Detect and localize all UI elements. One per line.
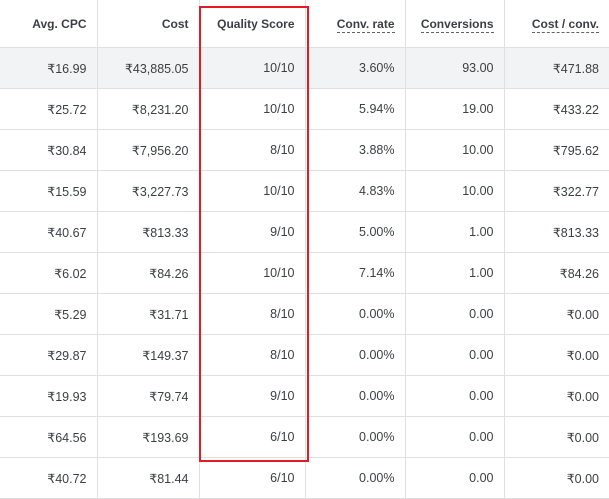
cost-per-conv-cell: ₹433.22 [503,88,609,130]
cost-per-conv-cell: ₹0.00 [503,416,609,458]
table-row[interactable]: ₹6.02 ₹84.26 10/10 7.14% 1.00 ₹84.26 [0,252,609,294]
avg-cpc-cell: ₹64.56 [0,416,97,458]
conv-rate-cell: 0.00% [304,375,405,417]
conv-rate-cell: 0.00% [304,416,405,458]
table-row[interactable]: ₹5.29 ₹31.71 8/10 0.00% 0.00 ₹0.00 [0,293,609,335]
table-row[interactable]: ₹40.72 ₹81.44 6/10 0.00% 0.00 ₹0.00 [0,457,609,499]
column-header-cost-per-conv[interactable]: Cost / conv. [503,0,609,48]
avg-cpc-cell: ₹30.84 [0,129,97,171]
table-row[interactable]: ₹40.67 ₹813.33 9/10 5.00% 1.00 ₹813.33 [0,211,609,253]
cost-cell: ₹149.37 [96,334,199,376]
conversions-cell: 0.00 [404,416,504,458]
quality-score-cell: 9/10 [198,211,305,253]
cost-cell: ₹79.74 [96,375,199,417]
conv-rate-cell: 0.00% [304,293,405,335]
cost-cell: ₹7,956.20 [96,129,199,171]
conv-rate-cell: 5.00% [304,211,405,253]
conv-rate-cell: 3.88% [304,129,405,171]
avg-cpc-cell: ₹40.67 [0,211,97,253]
quality-score-cell: 10/10 [198,252,305,294]
table-row[interactable]: ₹25.72 ₹8,231.20 10/10 5.94% 19.00 ₹433.22 [0,88,609,130]
conversions-cell: 10.00 [404,170,504,212]
quality-score-cell: 10/10 [198,170,305,212]
conversions-cell: 0.00 [404,293,504,335]
table-row[interactable]: ₹16.99 ₹43,885.05 10/10 3.60% 93.00 ₹471.88 [0,47,609,89]
quality-score-cell: 9/10 [198,375,305,417]
cost-cell: ₹84.26 [96,252,199,294]
quality-score-cell: 10/10 [198,88,305,130]
metrics-table: Avg. CPC Cost Quality Score Conv. rate C… [0,0,609,499]
avg-cpc-cell: ₹19.93 [0,375,97,417]
quality-score-cell: 8/10 [198,334,305,376]
cost-per-conv-cell: ₹795.62 [503,129,609,171]
table-row[interactable]: ₹15.59 ₹3,227.73 10/10 4.83% 10.00 ₹322.77 [0,170,609,212]
cost-cell: ₹81.44 [96,457,199,499]
avg-cpc-cell: ₹6.02 [0,252,97,294]
cost-per-conv-cell: ₹471.88 [503,47,609,89]
cost-per-conv-cell: ₹0.00 [503,457,609,499]
avg-cpc-cell: ₹40.72 [0,457,97,499]
cost-cell: ₹193.69 [96,416,199,458]
avg-cpc-cell: ₹5.29 [0,293,97,335]
cost-cell: ₹8,231.20 [96,88,199,130]
conversions-cell: 93.00 [404,47,504,89]
conversions-cell: 1.00 [404,211,504,253]
conversions-cell: 10.00 [404,129,504,171]
header-row: Avg. CPC Cost Quality Score Conv. rate C… [0,0,609,48]
avg-cpc-cell: ₹16.99 [0,47,97,89]
table-row[interactable]: ₹30.84 ₹7,956.20 8/10 3.88% 10.00 ₹795.62 [0,129,609,171]
cost-cell: ₹43,885.05 [96,47,199,89]
conv-rate-cell: 0.00% [304,334,405,376]
cost-per-conv-cell: ₹0.00 [503,375,609,417]
column-header-conv-rate[interactable]: Conv. rate [304,0,405,48]
cost-cell: ₹31.71 [96,293,199,335]
avg-cpc-cell: ₹29.87 [0,334,97,376]
cost-cell: ₹813.33 [96,211,199,253]
quality-score-cell: 6/10 [198,416,305,458]
conversions-cell: 0.00 [404,457,504,499]
avg-cpc-cell: ₹25.72 [0,88,97,130]
quality-score-cell: 6/10 [198,457,305,499]
conversions-cell: 1.00 [404,252,504,294]
conv-rate-cell: 3.60% [304,47,405,89]
cost-per-conv-cell: ₹0.00 [503,334,609,376]
conv-rate-cell: 5.94% [304,88,405,130]
column-header-quality-score[interactable]: Quality Score [198,0,305,48]
conversions-cell: 0.00 [404,375,504,417]
column-header-avg-cpc[interactable]: Avg. CPC [0,0,97,48]
cost-per-conv-cell: ₹0.00 [503,293,609,335]
conv-rate-cell: 0.00% [304,457,405,499]
table-row[interactable]: ₹29.87 ₹149.37 8/10 0.00% 0.00 ₹0.00 [0,334,609,376]
table-row[interactable]: ₹64.56 ₹193.69 6/10 0.00% 0.00 ₹0.00 [0,416,609,458]
conversions-cell: 0.00 [404,334,504,376]
cost-per-conv-cell: ₹84.26 [503,252,609,294]
conv-rate-cell: 7.14% [304,252,405,294]
cost-per-conv-cell: ₹322.77 [503,170,609,212]
table-row[interactable]: ₹19.93 ₹79.74 9/10 0.00% 0.00 ₹0.00 [0,375,609,417]
column-header-cost[interactable]: Cost [96,0,199,48]
quality-score-cell: 8/10 [198,129,305,171]
conv-rate-cell: 4.83% [304,170,405,212]
avg-cpc-cell: ₹15.59 [0,170,97,212]
cost-per-conv-cell: ₹813.33 [503,211,609,253]
cost-cell: ₹3,227.73 [96,170,199,212]
column-header-conversions[interactable]: Conversions [404,0,504,48]
quality-score-cell: 8/10 [198,293,305,335]
quality-score-cell: 10/10 [198,47,305,89]
conversions-cell: 19.00 [404,88,504,130]
